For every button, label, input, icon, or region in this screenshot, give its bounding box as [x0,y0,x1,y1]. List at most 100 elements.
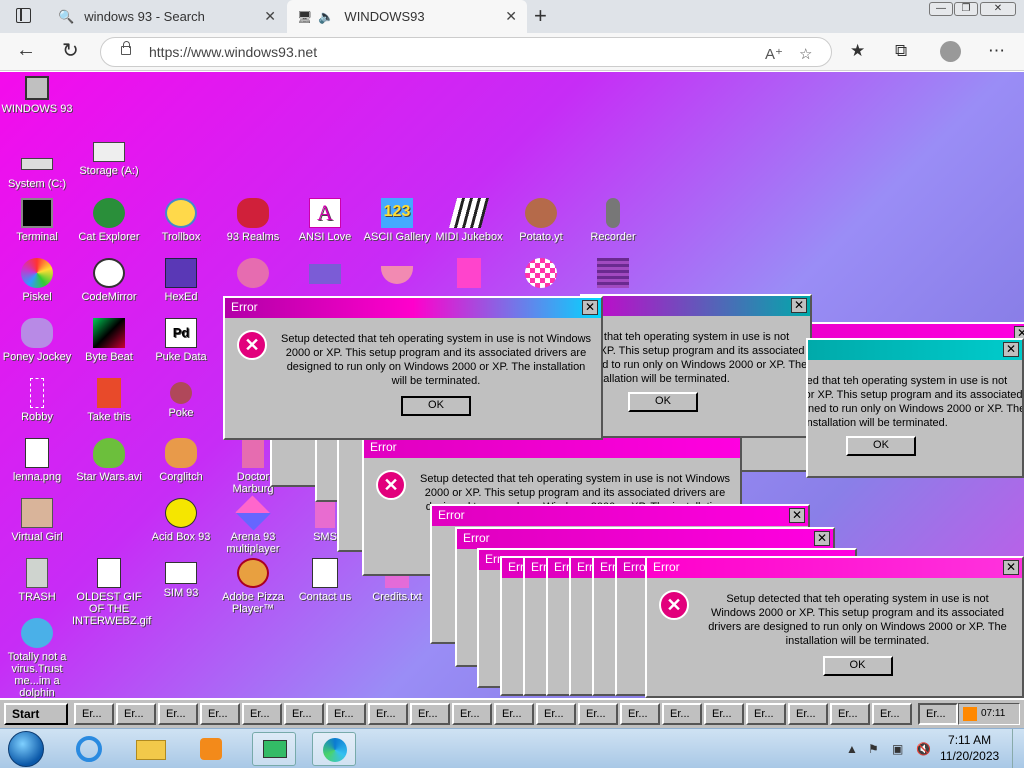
taskbar-item[interactable]: Er... [746,703,786,725]
ok-button[interactable]: OK [628,392,698,412]
ok-button[interactable]: OK [846,436,916,456]
close-window-button[interactable]: ✕ [980,2,1016,16]
collections-icon[interactable]: ⧉ [895,41,907,61]
url-text[interactable]: https://www.windows93.net [149,44,317,60]
taskbar-item[interactable]: Er... [578,703,618,725]
desktop-icon-93-realms[interactable]: 93 Realms [216,198,290,243]
taskbar-item[interactable]: Er... [494,703,534,725]
desktop-icon-lenna[interactable]: lenna.png [0,438,74,483]
desktop-icon-virtual-girl[interactable]: Virtual Girl [0,498,74,543]
ok-button[interactable]: OK [401,396,471,416]
read-aloud-icon[interactable]: A⁺ [765,45,783,63]
tab-actions-icon[interactable] [16,8,31,23]
close-icon[interactable]: ✕ [789,508,805,523]
restore-button[interactable]: ❐ [954,2,978,16]
taskbar-item[interactable]: Er... [452,703,492,725]
media-player-icon[interactable] [190,732,234,766]
desktop-icon-oldest-gif[interactable]: OLDEST GIF OF THE INTERWEBZ.gif [72,558,151,627]
desktop-icon-system[interactable]: System (C:) [0,148,74,190]
desktop-icon-cat-explorer[interactable]: Cat Explorer [72,198,146,243]
desktop-icon-hexed[interactable]: HexEd [144,258,218,303]
close-tab-icon[interactable]: ✕ [264,8,276,25]
show-hidden-icons[interactable]: ▲ [846,742,858,756]
desktop-icon-contact[interactable]: Contact us [288,558,362,603]
desktop-icon-terminal[interactable]: Terminal [0,198,74,243]
desktop-icon-ball[interactable] [504,258,578,291]
close-icon[interactable]: ✕ [582,300,598,315]
desktop-icon-puke-data[interactable]: Pd Puke Data [144,318,218,363]
tab-search[interactable]: 🔍 windows 93 - Search ✕ [48,0,286,33]
desktop-icon-sim93[interactable]: SIM 93 [144,558,218,599]
profile-avatar[interactable] [940,41,961,62]
desktop-icon-robby[interactable]: Robby [0,378,74,423]
desktop-icon-codemirror[interactable]: CodeMirror [72,258,146,303]
desktop-icon-corglitch[interactable]: Corglitch [144,438,218,483]
remote-desktop-icon[interactable] [252,732,296,766]
desktop-icon-trash[interactable]: TRASH [0,558,74,603]
desktop-icon-piskel[interactable]: Piskel [0,258,74,303]
start-button[interactable]: Start [4,703,68,725]
file-explorer-icon[interactable] [130,732,174,766]
minimize-button[interactable]: — [929,2,953,16]
error-dialog[interactable]: ✕ Setup detected that teh operating syst… [806,338,1024,478]
desktop-icon-recorder[interactable]: Recorder [576,198,650,243]
close-icon[interactable]: ✕ [1003,560,1019,575]
desktop-icon-arena93[interactable]: Arena 93 multiplayer [216,495,290,555]
desktop-icon-acid-box[interactable]: Acid Box 93 [144,498,218,543]
taskbar-item[interactable]: Er... [704,703,744,725]
rss-icon[interactable] [963,707,977,721]
desktop-icon-ascii-gallery[interactable]: 123 ASCII Gallery [360,198,434,243]
edge-browser-icon[interactable] [312,732,356,766]
lock-icon[interactable] [121,41,131,55]
taskbar-item[interactable]: Er... [830,703,870,725]
taskbar-item[interactable]: Er... [326,703,366,725]
desktop-icon-trollbox[interactable]: Trollbox [144,198,218,243]
taskbar-item-active[interactable]: Er... [918,703,958,725]
error-dialog-main[interactable]: Error ✕ ✕ Setup detected that teh operati… [223,296,603,440]
taskbar-item[interactable]: Er... [74,703,114,725]
speaker-icon[interactable]: 🔈 [318,9,334,25]
desktop-icon-midi-jukebox[interactable]: MIDI Jukebox [432,198,506,243]
internet-explorer-icon[interactable] [68,732,112,766]
error-dialog-front[interactable]: Error ✕ ✕ Setup detected that teh operati… [645,556,1024,698]
ok-button[interactable]: OK [822,656,893,676]
desktop-icon-banana[interactable] [360,258,434,287]
reload-button[interactable]: ↻ [62,38,79,63]
taskbar-item[interactable]: Er... [368,703,408,725]
desktop-icon-dolphin[interactable]: Totally not a virus.Trust me...im a dolp… [0,618,74,699]
taskbar-item[interactable]: Er... [284,703,324,725]
back-button[interactable]: ← [16,39,36,62]
more-menu-icon[interactable]: ⋯ [988,41,1005,61]
desktop-icon-take-this[interactable]: Take this [72,378,146,423]
taskbar-item[interactable]: Er... [872,703,912,725]
error-dialog[interactable]: ✕ Setup detected that teh operating syst… [580,294,812,438]
taskbar-item[interactable]: Er... [536,703,576,725]
taskbar-item[interactable]: Er... [662,703,702,725]
desktop-icon-maze[interactable] [576,258,650,291]
desktop-icon-storage[interactable]: Storage (A:) [72,138,146,177]
show-desktop-button[interactable] [1012,729,1024,768]
close-tab-icon[interactable]: ✕ [505,8,517,25]
desktop-icon-pizza-player[interactable]: Adobe Pizza Player™ [216,558,290,615]
favorites-icon[interactable]: ★ [850,41,865,61]
desktop-icon-ansi-love[interactable]: A ANSI Love [288,198,362,243]
desktop-icon-poney-jockey[interactable]: Poney Jockey [0,318,74,363]
desktop-icon-windows93[interactable]: WINDOWS 93 [0,76,74,115]
new-tab-button[interactable]: + [534,3,547,29]
network-icon[interactable]: ▣ [892,742,903,756]
desktop-icon-byte-beat[interactable]: Byte Beat [72,318,146,363]
desktop-icon-potato[interactable]: Potato.yt [504,198,578,243]
windows-start-orb[interactable] [8,731,44,767]
add-favorite-icon[interactable]: ☆ [799,45,812,63]
desktop-icon-poke[interactable]: Poke [144,378,218,419]
address-bar[interactable]: https://www.windows93.net A⁺ ☆ [100,37,832,67]
action-center-icon[interactable]: ⚑ [868,742,879,756]
system-clock[interactable]: 7:11 AM 11/20/2023 [940,732,999,764]
close-icon[interactable]: ✕ [1003,342,1019,357]
taskbar-item[interactable]: Er... [410,703,450,725]
volume-icon[interactable]: 🔇 [916,742,931,756]
taskbar-item[interactable]: Er... [620,703,660,725]
taskbar-item[interactable]: Er... [242,703,282,725]
taskbar-item[interactable]: Er... [788,703,828,725]
taskbar-item[interactable]: Er... [116,703,156,725]
